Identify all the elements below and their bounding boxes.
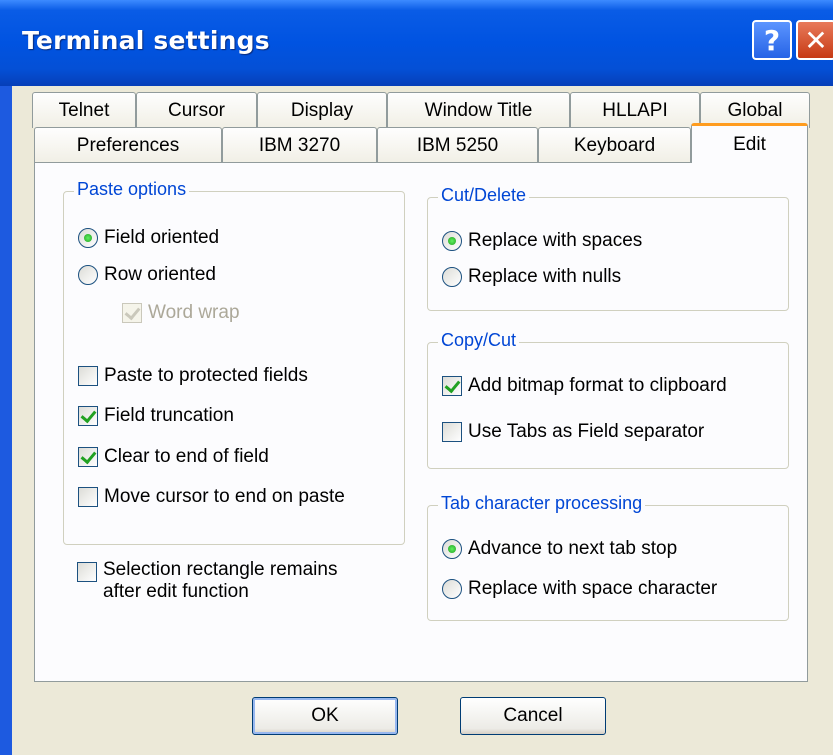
radio-unselected-icon[interactable] [442, 267, 462, 287]
clear-to-end-label: Clear to end of field [104, 446, 269, 467]
cut-delete-group: Cut/Delete Replace with spaces Replace w… [427, 185, 789, 311]
selection-rect-option[interactable]: Selection rectangle remains after edit f… [77, 559, 337, 603]
copy-cut-group: Copy/Cut Add bitmap format to clipboard … [427, 330, 789, 469]
radio-selected-icon[interactable] [78, 228, 98, 248]
row-oriented-option[interactable]: Row oriented [78, 264, 216, 286]
checkbox-checked-icon[interactable] [442, 376, 462, 396]
move-cursor-option[interactable]: Move cursor to end on paste [78, 486, 345, 508]
close-icon: ✕ [804, 23, 828, 57]
tab-preferences[interactable]: Preferences [34, 127, 222, 163]
radio-unselected-icon[interactable] [442, 579, 462, 599]
move-cursor-label: Move cursor to end on paste [104, 486, 345, 507]
checkbox-checked-icon[interactable] [78, 447, 98, 467]
selection-rect-line2: after edit function [103, 581, 249, 602]
radio-selected-icon[interactable] [442, 231, 462, 251]
advance-tab-label: Advance to next tab stop [468, 538, 678, 559]
paste-options-group: Paste options Field oriented Row oriente… [63, 179, 405, 545]
ok-button[interactable]: OK [252, 697, 398, 735]
radio-selected-icon[interactable] [442, 539, 462, 559]
tab-ibm-3270[interactable]: IBM 3270 [222, 127, 377, 163]
add-bitmap-option[interactable]: Add bitmap format to clipboard [442, 375, 727, 397]
field-truncation-label: Field truncation [104, 405, 234, 426]
tab-cursor[interactable]: Cursor [136, 92, 257, 128]
radio-unselected-icon[interactable] [78, 265, 98, 285]
replace-nulls-label: Replace with nulls [468, 266, 622, 287]
copy-cut-label: Copy/Cut [438, 330, 520, 351]
field-oriented-label: Field oriented [104, 227, 220, 248]
checkbox-disabled-icon [122, 303, 142, 323]
replace-space-char-label: Replace with space character [468, 578, 718, 599]
dialog-client-area: Telnet Cursor Display Window Title HLLAP… [12, 86, 833, 755]
tab-ibm-5250[interactable]: IBM 5250 [377, 127, 538, 163]
help-icon: ? [763, 23, 781, 57]
clear-to-end-option[interactable]: Clear to end of field [78, 446, 269, 468]
row-oriented-label: Row oriented [104, 264, 216, 285]
word-wrap-label: Word wrap [148, 302, 240, 323]
tab-telnet[interactable]: Telnet [32, 92, 136, 128]
tab-window-title[interactable]: Window Title [387, 92, 570, 128]
tab-processing-group: Tab character processing Advance to next… [427, 493, 789, 621]
tab-processing-label: Tab character processing [438, 493, 646, 514]
advance-tab-option[interactable]: Advance to next tab stop [442, 538, 677, 560]
terminal-settings-window: Terminal settings ? ✕ Telnet Cursor Disp… [0, 0, 833, 755]
selection-rect-label: Selection rectangle remains after edit f… [103, 559, 337, 603]
cut-delete-label: Cut/Delete [438, 185, 530, 206]
cancel-button[interactable]: Cancel [460, 697, 606, 735]
checkbox-unchecked-icon[interactable] [77, 562, 97, 582]
replace-space-char-option[interactable]: Replace with space character [442, 578, 717, 600]
replace-spaces-option[interactable]: Replace with spaces [442, 230, 642, 252]
checkbox-unchecked-icon[interactable] [442, 422, 462, 442]
use-tabs-option[interactable]: Use Tabs as Field separator [442, 421, 704, 443]
tab-edit[interactable]: Edit [691, 123, 808, 163]
use-tabs-label: Use Tabs as Field separator [468, 421, 705, 442]
title-bar[interactable]: Terminal settings ? ✕ [0, 0, 833, 86]
field-truncation-option[interactable]: Field truncation [78, 405, 234, 427]
tab-hllapi[interactable]: HLLAPI [570, 92, 700, 128]
checkbox-unchecked-icon[interactable] [78, 487, 98, 507]
help-button[interactable]: ? [752, 20, 792, 60]
window-title: Terminal settings [22, 26, 270, 55]
edit-tab-panel: Paste options Field oriented Row oriente… [34, 162, 808, 682]
replace-spaces-label: Replace with spaces [468, 230, 643, 251]
add-bitmap-label: Add bitmap format to clipboard [468, 375, 727, 396]
field-oriented-option[interactable]: Field oriented [78, 227, 219, 249]
checkbox-unchecked-icon[interactable] [78, 366, 98, 386]
checkbox-checked-icon[interactable] [78, 406, 98, 426]
selection-rect-line1: Selection rectangle remains [103, 559, 338, 580]
tab-keyboard[interactable]: Keyboard [538, 127, 691, 163]
close-button[interactable]: ✕ [796, 20, 833, 60]
word-wrap-option: Word wrap [122, 302, 240, 324]
paste-protected-label: Paste to protected fields [104, 365, 308, 386]
paste-protected-option[interactable]: Paste to protected fields [78, 365, 308, 387]
paste-options-label: Paste options [74, 179, 190, 200]
tab-display[interactable]: Display [257, 92, 387, 128]
replace-nulls-option[interactable]: Replace with nulls [442, 266, 621, 288]
